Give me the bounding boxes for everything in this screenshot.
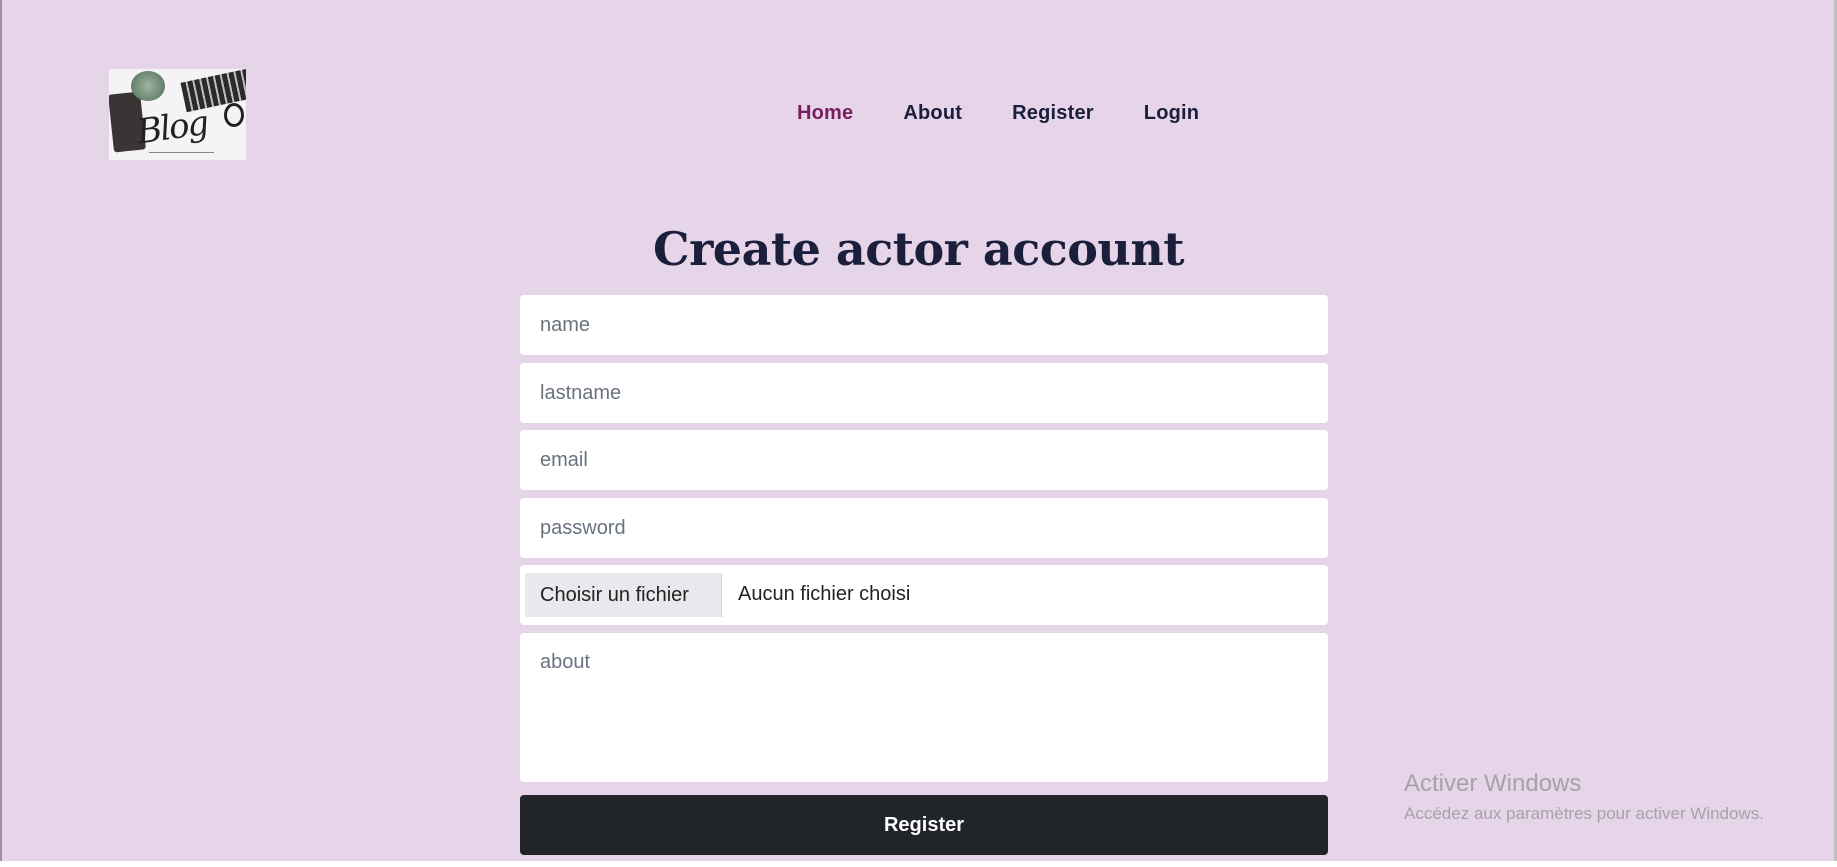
nav-home-link[interactable]: Home: [797, 102, 853, 125]
window-bottom-edge: [0, 861, 1837, 867]
watermark-title: Activer Windows: [1404, 770, 1582, 797]
nav-register-link[interactable]: Register: [1012, 102, 1094, 125]
logo-script-text: Blog: [134, 103, 210, 153]
logo-plant-graphic: [131, 71, 165, 101]
lastname-input[interactable]: [520, 363, 1328, 423]
window-left-edge: [0, 0, 2, 867]
blog-logo[interactable]: Blog: [109, 69, 246, 160]
nav-about-link[interactable]: About: [903, 102, 962, 125]
logo-underline: [149, 152, 214, 153]
file-input[interactable]: Choisir un fichier Aucun fichier choisi: [520, 565, 1328, 625]
email-input[interactable]: [520, 430, 1328, 490]
watermark-subtitle: Accédez aux paramètres pour activer Wind…: [1404, 804, 1764, 823]
password-input[interactable]: [520, 498, 1328, 558]
name-input[interactable]: [520, 295, 1328, 355]
about-textarea[interactable]: [520, 633, 1328, 782]
file-status-text: Aucun fichier choisi: [738, 583, 911, 605]
windows-activation-watermark: Activer Windows Accédez aux paramètres p…: [1404, 770, 1764, 824]
page-title: Create actor account: [652, 222, 1185, 276]
register-submit-button[interactable]: Register: [520, 795, 1328, 855]
choose-file-button[interactable]: Choisir un fichier: [525, 573, 722, 617]
logo-glasses-graphic: [224, 103, 244, 127]
main-nav: Home About Register Login: [797, 102, 1249, 125]
nav-login-link[interactable]: Login: [1144, 102, 1199, 125]
